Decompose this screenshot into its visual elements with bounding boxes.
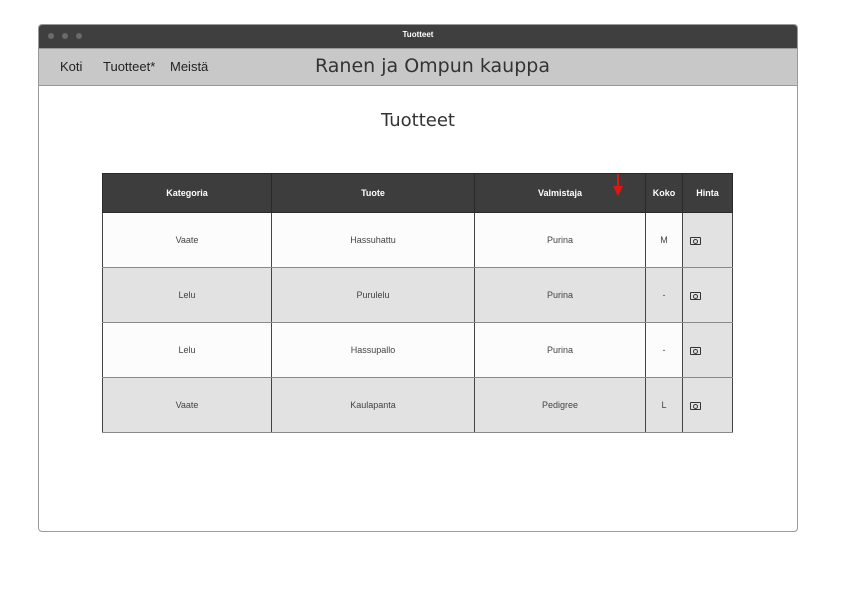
table-row[interactable]: Lelu Purulelu Purina - <box>102 267 733 323</box>
page-title: Tuotteet <box>380 110 455 131</box>
cell-maker: Purina <box>474 267 646 323</box>
cell-product: Hassuhattu <box>271 212 475 268</box>
cell-price <box>682 377 733 433</box>
money-icon <box>690 346 701 355</box>
cell-product: Purulelu <box>271 267 475 323</box>
column-header-tuote[interactable]: Tuote <box>271 173 475 213</box>
cell-category: Lelu <box>102 267 272 323</box>
title-bar: Tuotteet <box>39 25 797 48</box>
cell-size: M <box>645 212 683 268</box>
nav-link-koti[interactable]: Koti <box>60 59 82 74</box>
table-row[interactable]: Lelu Hassupallo Purina - <box>102 322 733 378</box>
money-icon <box>690 236 701 245</box>
browser-window: Tuotteet Koti Tuotteet* Meistä Ranen ja … <box>38 24 798 532</box>
nav-link-meista[interactable]: Meistä <box>170 59 208 74</box>
table-row[interactable]: Vaate Hassuhattu Purina M <box>102 212 733 268</box>
nav-link-tuotteet[interactable]: Tuotteet* <box>103 59 155 74</box>
cell-category: Vaate <box>102 212 272 268</box>
column-header-koko[interactable]: Koko <box>645 173 683 213</box>
cell-price <box>682 212 733 268</box>
money-icon <box>690 401 701 410</box>
cell-size: - <box>645 267 683 323</box>
column-header-valmistaja-label: Valmistaja <box>537 188 583 198</box>
cell-category: Lelu <box>102 322 272 378</box>
cell-price <box>682 322 733 378</box>
table-row[interactable]: Vaate Kaulapanta Pedigree L <box>102 377 733 433</box>
navigation-bar: Koti Tuotteet* Meistä Ranen ja Ompun kau… <box>39 48 797 86</box>
cell-maker: Purina <box>474 322 646 378</box>
cell-maker: Pedigree <box>474 377 646 433</box>
column-header-valmistaja[interactable]: Valmistaja <box>474 173 646 213</box>
money-icon <box>690 291 701 300</box>
cell-category: Vaate <box>102 377 272 433</box>
table-header-row: Kategoria Tuote Valmistaja Koko Hinta <box>102 173 733 213</box>
products-table: Kategoria Tuote Valmistaja Koko Hinta Va… <box>102 173 733 433</box>
site-title: Ranen ja Ompun kauppa <box>315 55 550 77</box>
window-title: Tuotteet <box>402 30 434 39</box>
cell-price <box>682 267 733 323</box>
column-header-kategoria[interactable]: Kategoria <box>102 173 272 213</box>
cell-size: L <box>645 377 683 433</box>
column-header-hinta[interactable]: Hinta <box>682 173 733 213</box>
cell-maker: Purina <box>474 212 646 268</box>
cell-size: - <box>645 322 683 378</box>
cell-product: Kaulapanta <box>271 377 475 433</box>
cell-product: Hassupallo <box>271 322 475 378</box>
sort-descending-icon[interactable] <box>613 174 623 196</box>
